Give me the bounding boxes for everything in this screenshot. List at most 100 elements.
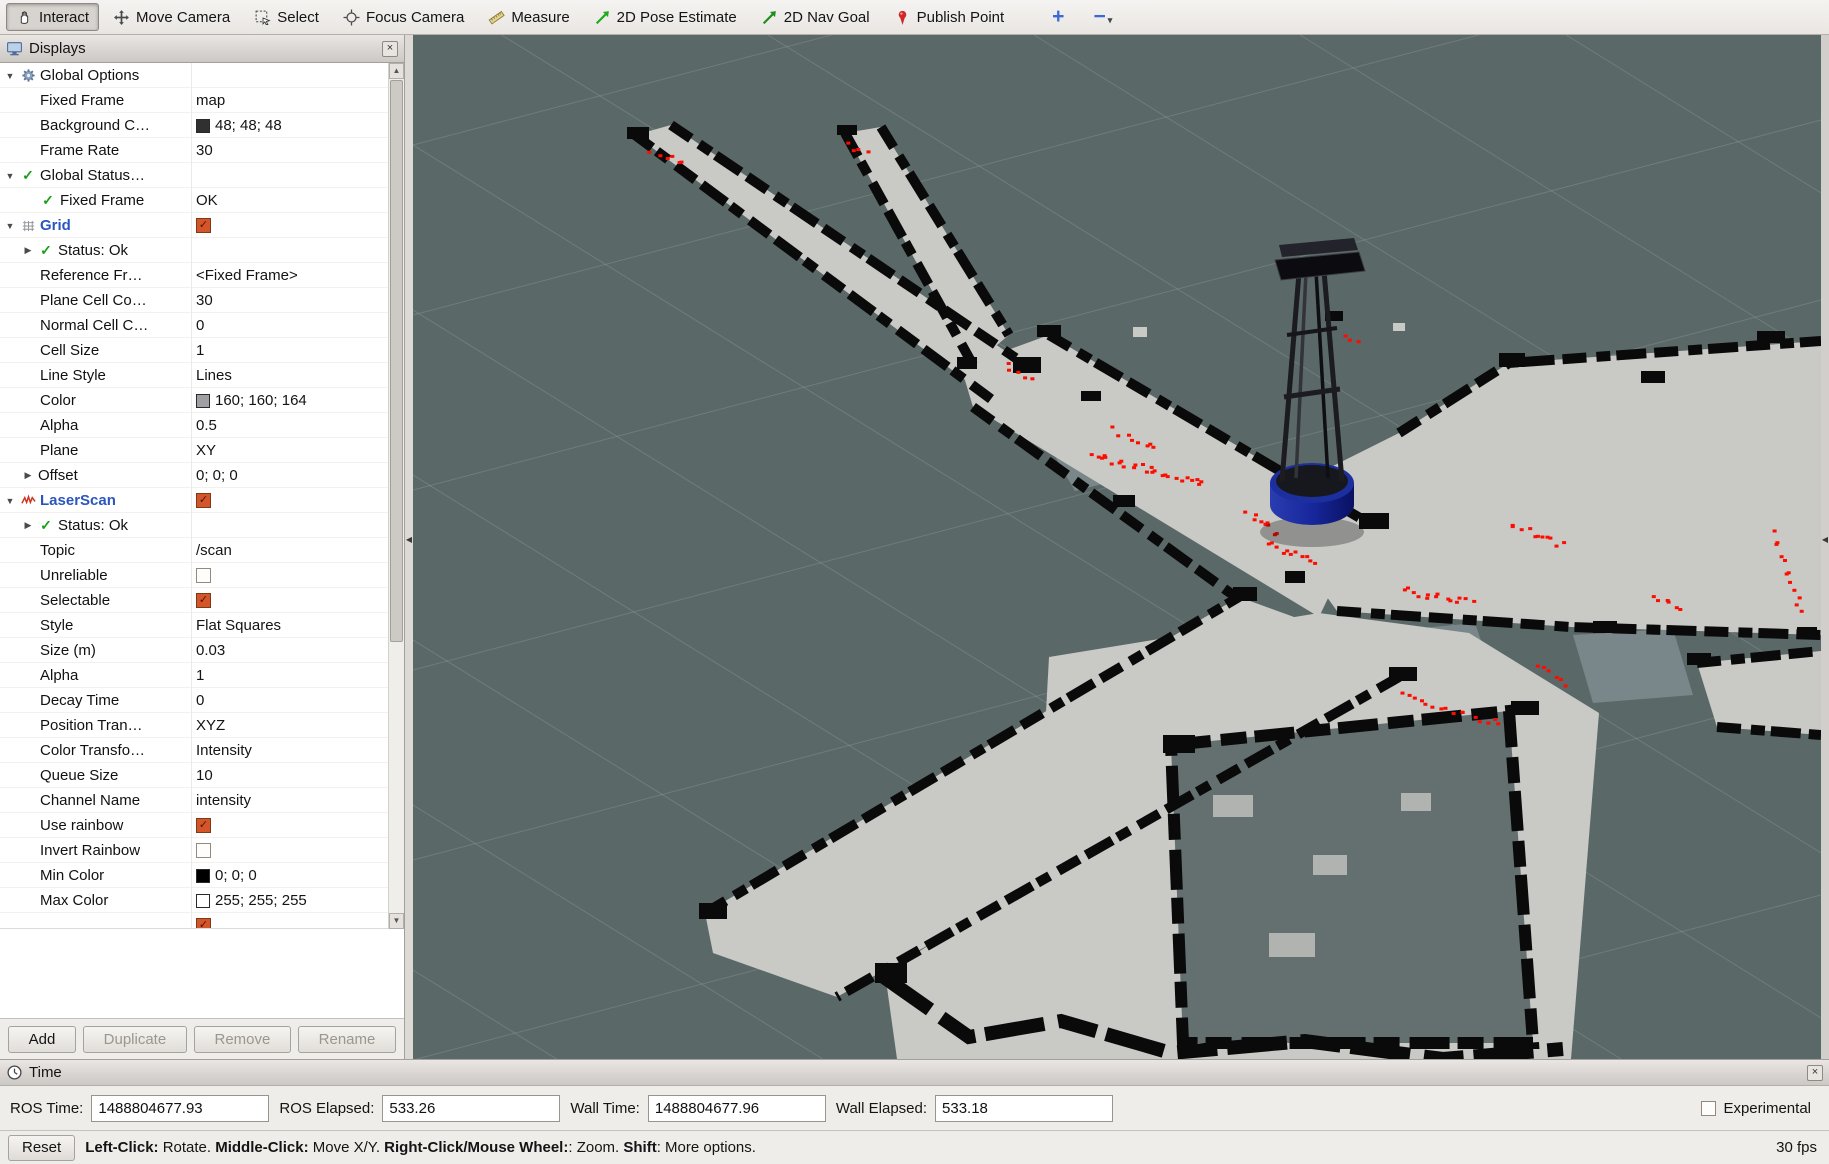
color-swatch[interactable] [196,894,210,908]
property-value-cell[interactable]: 1 [192,338,404,363]
close-icon[interactable]: × [1807,1065,1823,1081]
property-value-cell[interactable]: OK [192,188,404,213]
property-value-cell[interactable] [192,513,404,538]
property-value[interactable]: 0; 0; 0 [196,467,238,484]
tree-row-offset[interactable]: ▶Offset0; 0; 0 [0,463,404,488]
tool-button-2d-pose-estimate[interactable]: 2D Pose Estimate [584,3,747,31]
tool-button-measure[interactable]: Measure [478,3,579,31]
tool-button-select[interactable]: Select [244,3,329,31]
collapse-left-icon[interactable]: ◀ [405,535,413,544]
property-value-cell[interactable] [192,163,404,188]
property-value-cell[interactable]: ✓ [192,488,404,513]
tree-row-color-transfo[interactable]: Color Transfo…Intensity [0,738,404,763]
property-value[interactable]: OK [196,192,218,209]
property-checkbox[interactable]: ✓ [196,918,211,929]
property-value-cell[interactable]: 255; 255; 255 [192,888,404,913]
property-value-cell[interactable]: 0.03 [192,638,404,663]
property-value-cell[interactable]: Flat Squares [192,613,404,638]
scroll-down-icon[interactable]: ▼ [389,913,404,929]
tree-row-item[interactable]: ✓ [0,913,404,929]
tree-row-alpha[interactable]: Alpha1 [0,663,404,688]
expander-open-icon[interactable]: ▼ [4,221,16,231]
tree-row-color[interactable]: Color160; 160; 164 [0,388,404,413]
color-swatch[interactable] [196,394,210,408]
tree-row-position-tran[interactable]: Position Tran…XYZ [0,713,404,738]
tree-scrollbar[interactable]: ▲ ▼ [388,63,404,929]
property-value[interactable]: Flat Squares [196,617,281,634]
tool-button-interact[interactable]: Interact [6,3,99,31]
property-value[interactable]: 48; 48; 48 [215,117,282,134]
tree-row-selectable[interactable]: Selectable✓ [0,588,404,613]
expander-open-icon[interactable]: ▼ [4,496,16,506]
tree-row-style[interactable]: StyleFlat Squares [0,613,404,638]
property-checkbox[interactable] [196,843,211,858]
property-value[interactable]: XYZ [196,717,225,734]
add-button[interactable]: Add [8,1026,76,1053]
tree-row-background-c[interactable]: Background C…48; 48; 48 [0,113,404,138]
tree-row-max-color[interactable]: Max Color255; 255; 255 [0,888,404,913]
wall-elapsed-input[interactable] [935,1095,1113,1122]
expander-closed-icon[interactable]: ▶ [22,520,34,531]
property-value-cell[interactable]: XY [192,438,404,463]
experimental-toggle[interactable]: Experimental [1701,1100,1819,1117]
expander-closed-icon[interactable]: ▶ [22,470,34,481]
tree-row-global-status[interactable]: ▼✓Global Status… [0,163,404,188]
reset-button[interactable]: Reset [8,1135,75,1161]
tree-row-fixed-frame[interactable]: ✓Fixed FrameOK [0,188,404,213]
property-value[interactable]: 1 [196,667,204,684]
property-value[interactable]: 0 [196,317,204,334]
property-value-cell[interactable]: 48; 48; 48 [192,113,404,138]
3d-viewport[interactable] [413,35,1821,1059]
property-value-cell[interactable]: <Fixed Frame> [192,263,404,288]
property-value-cell[interactable]: 30 [192,288,404,313]
tree-row-frame-rate[interactable]: Frame Rate30 [0,138,404,163]
tree-row-status-ok[interactable]: ▶✓Status: Ok [0,513,404,538]
property-value[interactable]: <Fixed Frame> [196,267,298,284]
property-value-cell[interactable]: 160; 160; 164 [192,388,404,413]
remove-tool-button[interactable]: −▾ [1090,5,1115,29]
property-value-cell[interactable]: ✓ [192,588,404,613]
tool-button-2d-nav-goal[interactable]: 2D Nav Goal [751,3,880,31]
property-value-cell[interactable]: 0; 0; 0 [192,863,404,888]
right-panel-splitter[interactable]: ◀ [1821,35,1829,1059]
property-value[interactable]: 160; 160; 164 [215,392,307,409]
tree-row-reference-fr[interactable]: Reference Fr…<Fixed Frame> [0,263,404,288]
property-value-cell[interactable]: 0; 0; 0 [192,463,404,488]
property-value-cell[interactable]: 30 [192,138,404,163]
color-swatch[interactable] [196,869,210,883]
property-value-cell[interactable] [192,838,404,863]
property-value-cell[interactable]: 0.5 [192,413,404,438]
property-value-cell[interactable]: 10 [192,763,404,788]
property-value-cell[interactable]: ✓ [192,213,404,238]
expander-open-icon[interactable]: ▼ [4,171,16,181]
tree-row-size-m[interactable]: Size (m)0.03 [0,638,404,663]
tree-row-topic[interactable]: Topic/scan [0,538,404,563]
property-value[interactable]: 0 [196,692,204,709]
property-checkbox[interactable] [196,568,211,583]
experimental-checkbox[interactable] [1701,1101,1716,1116]
tree-row-queue-size[interactable]: Queue Size10 [0,763,404,788]
property-value-cell[interactable]: ✓ [192,913,404,929]
tree-row-unreliable[interactable]: Unreliable [0,563,404,588]
tree-row-cell-size[interactable]: Cell Size1 [0,338,404,363]
property-checkbox[interactable]: ✓ [196,593,211,608]
panel-splitter[interactable]: ◀ [405,35,413,1059]
tree-row-min-color[interactable]: Min Color0; 0; 0 [0,863,404,888]
property-value[interactable]: /scan [196,542,232,559]
property-checkbox[interactable]: ✓ [196,218,211,233]
collapse-right-icon[interactable]: ◀ [1821,535,1829,544]
property-value[interactable]: 10 [196,767,213,784]
property-value-cell[interactable]: map [192,88,404,113]
tool-button-focus-camera[interactable]: Focus Camera [333,3,474,31]
property-value-cell[interactable]: intensity [192,788,404,813]
property-value[interactable]: Intensity [196,742,252,759]
tree-row-invert-rainbow[interactable]: Invert Rainbow [0,838,404,863]
tree-row-global-options[interactable]: ▼Global Options [0,63,404,88]
tree-row-plane-cell-co[interactable]: Plane Cell Co…30 [0,288,404,313]
tree-row-decay-time[interactable]: Decay Time0 [0,688,404,713]
property-value-cell[interactable]: XYZ [192,713,404,738]
property-value[interactable]: 0.03 [196,642,225,659]
property-value[interactable]: 0.5 [196,417,217,434]
color-swatch[interactable] [196,119,210,133]
expander-closed-icon[interactable]: ▶ [22,245,34,256]
